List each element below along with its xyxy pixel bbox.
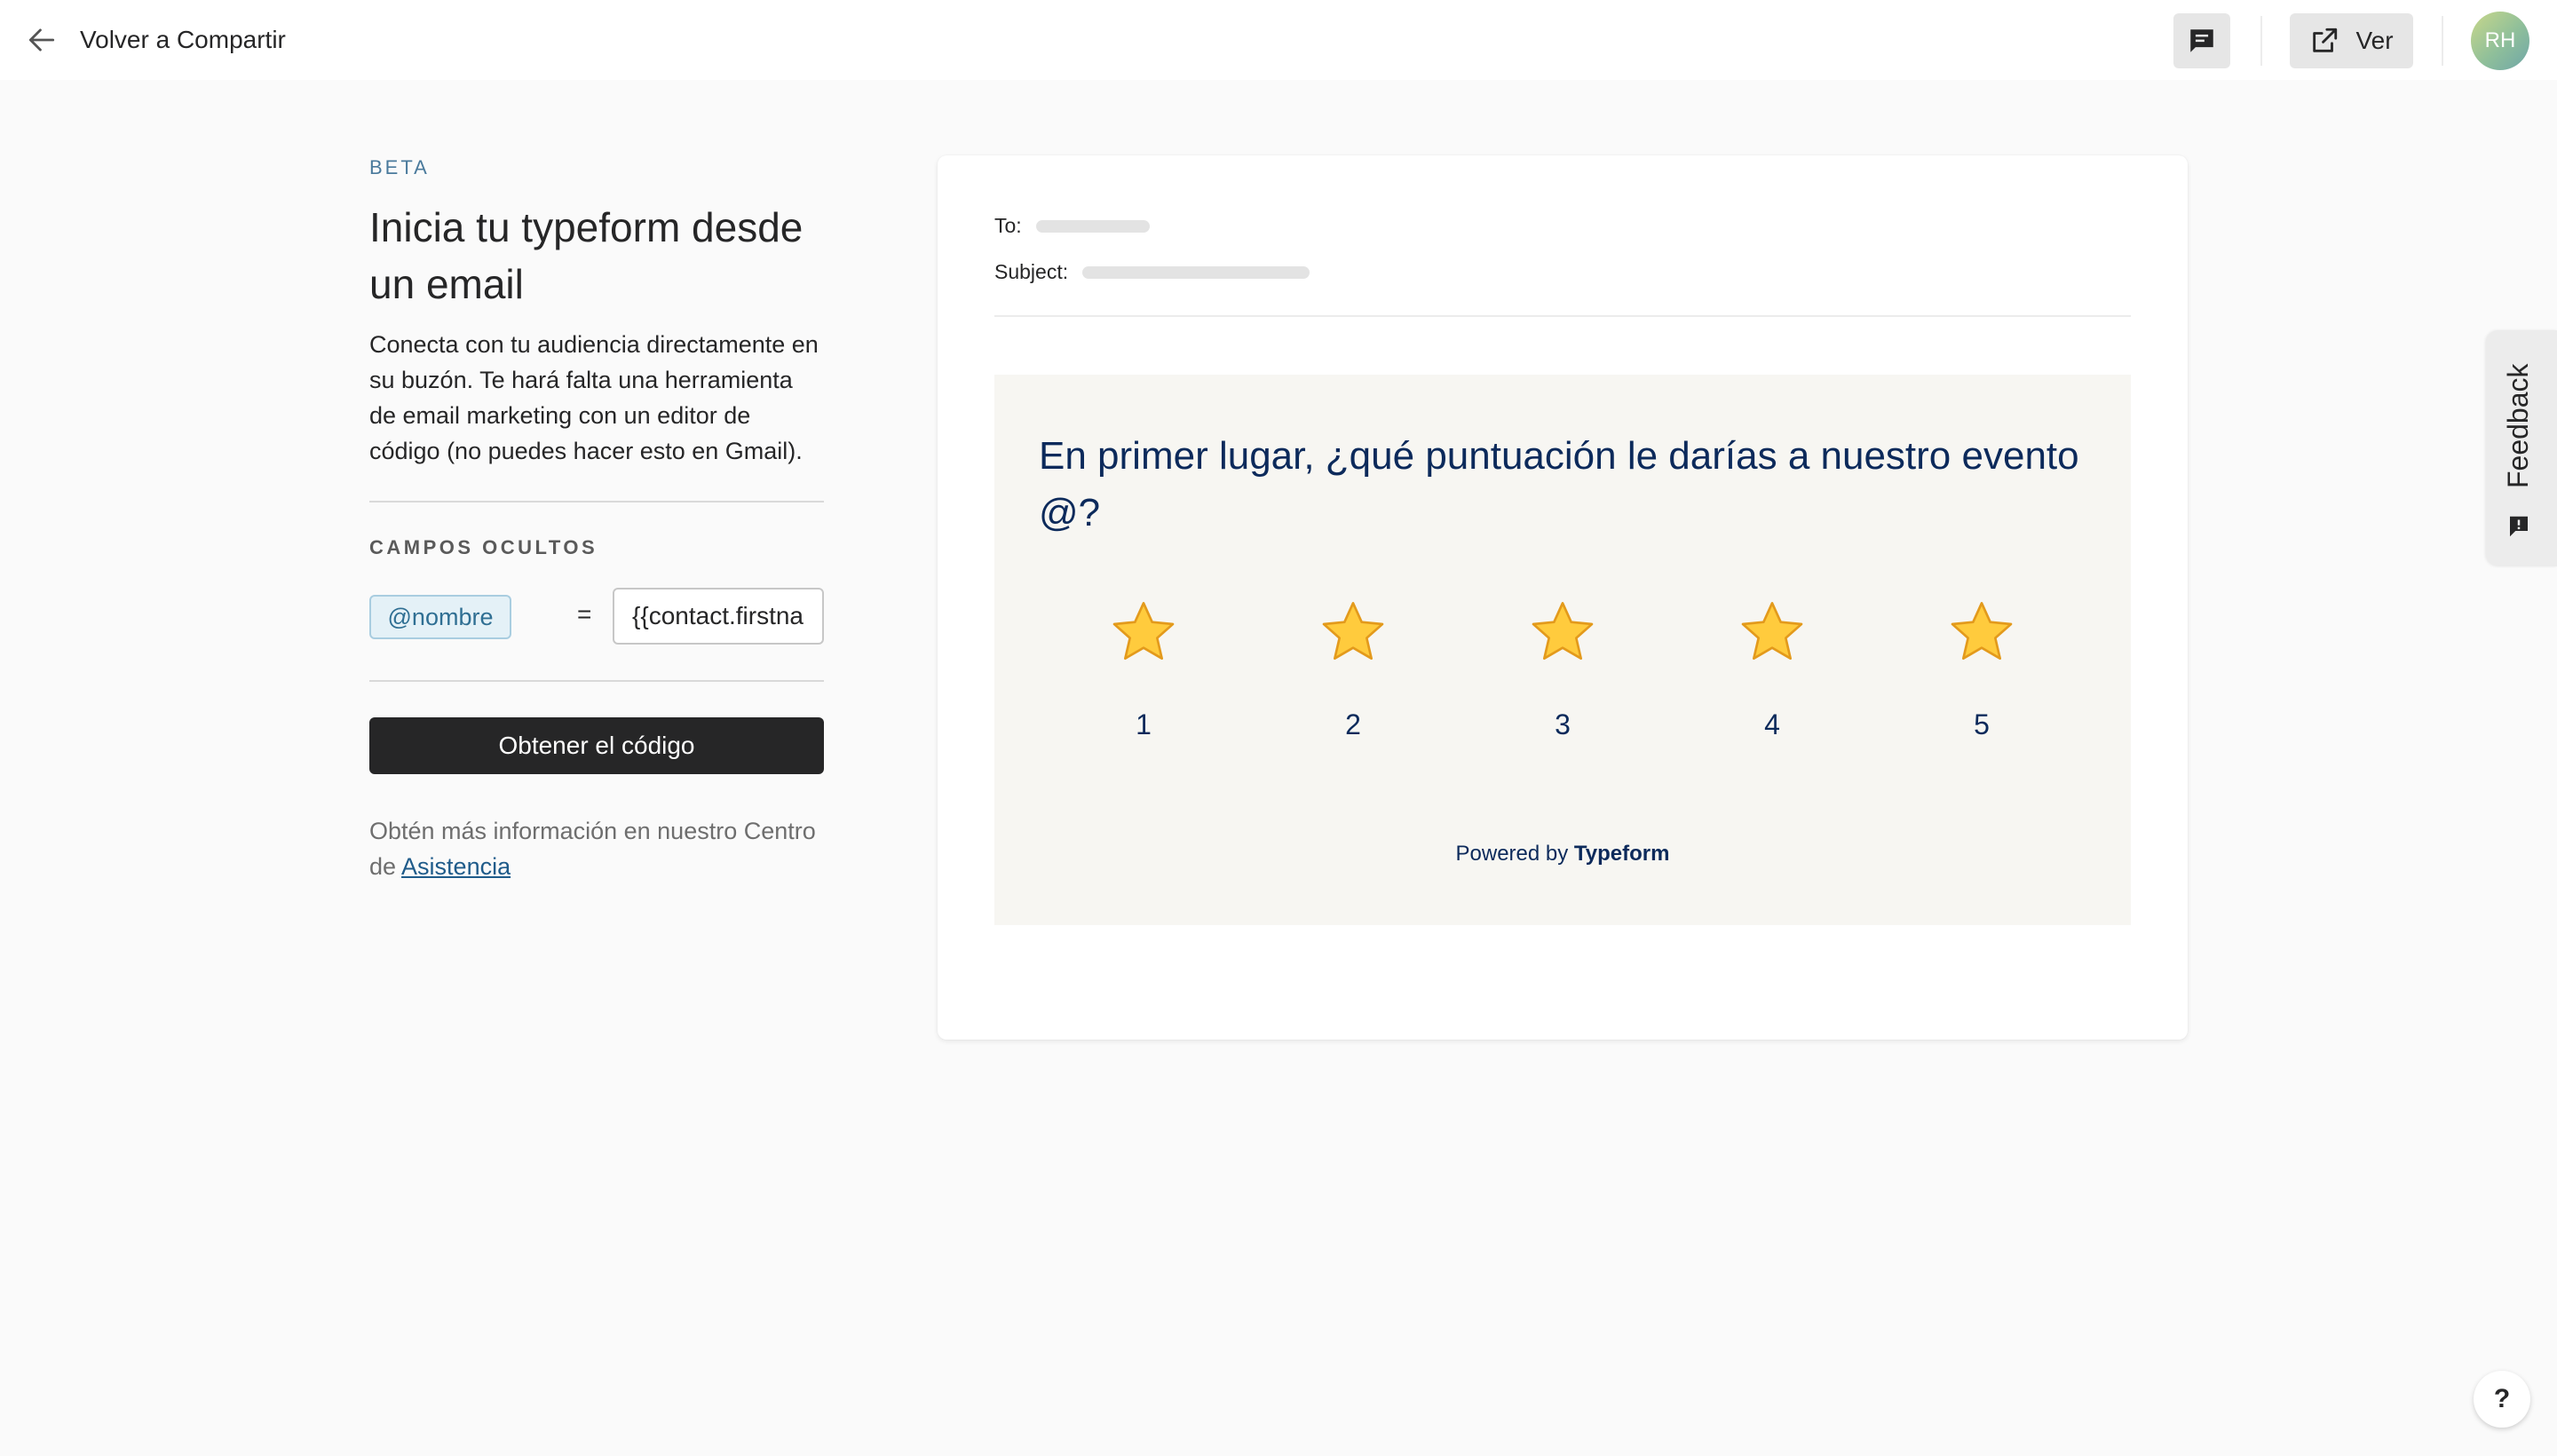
- star-icon: [1951, 602, 2013, 660]
- subject-label: Subject:: [994, 260, 1069, 283]
- rating-star-1[interactable]: [1108, 597, 1179, 668]
- help-center-link[interactable]: Asistencia: [401, 853, 511, 880]
- powered-brand: Typeform: [1573, 842, 1670, 866]
- rating-star-4[interactable]: [1737, 597, 1808, 668]
- help-text: Obtén más información en nuestro Centro …: [369, 813, 824, 884]
- arrow-left-icon: [28, 28, 55, 51]
- to-label: To:: [994, 214, 1022, 237]
- feedback-label: Feedback: [2502, 363, 2534, 489]
- toolbar-divider: [2260, 16, 2262, 66]
- to-placeholder-bar: [1035, 219, 1150, 233]
- rating-label-3: 3: [1555, 708, 1571, 740]
- rating-label-5: 5: [1974, 708, 1990, 740]
- divider: [369, 501, 824, 502]
- hidden-field-name: @nombre: [369, 595, 511, 639]
- form-preview: En primer lugar, ¿qué puntuación le darí…: [994, 375, 2131, 925]
- rating-star-5[interactable]: [1946, 597, 2017, 668]
- chat-icon: [2190, 29, 2213, 52]
- avatar[interactable]: RH: [2471, 12, 2529, 70]
- view-label: Ver: [2355, 27, 2394, 54]
- beta-badge: BETA: [369, 156, 430, 178]
- rating-star-3[interactable]: [1527, 597, 1598, 668]
- subject-placeholder-bar: [1082, 265, 1310, 279]
- question-text: En primer lugar, ¿qué puntuación le darí…: [1039, 434, 2079, 534]
- rating-label-4: 4: [1764, 708, 1780, 740]
- back-button[interactable]: Volver a Compartir: [25, 20, 286, 60]
- star-icon: [1112, 602, 1175, 660]
- toolbar-divider: [2442, 16, 2443, 66]
- powered-prefix: Powered by: [1455, 842, 1574, 866]
- page-description: Conecta con tu audiencia directamente en…: [369, 331, 819, 464]
- chat-button[interactable]: [2173, 13, 2230, 68]
- hidden-fields-title: CAMPOS OCULTOS: [369, 536, 598, 558]
- hidden-field-value-input[interactable]: [613, 588, 824, 645]
- star-icon: [1532, 602, 1594, 660]
- back-label: Volver a Compartir: [80, 26, 286, 53]
- rating-label-2: 2: [1345, 708, 1361, 740]
- divider: [994, 315, 2131, 317]
- rating-label-1: 1: [1136, 708, 1152, 740]
- powered-by: Powered by Typeform: [994, 842, 2131, 866]
- email-embed-panel: BETA Inicia tu typeform desde un email C…: [369, 156, 824, 884]
- top-bar: Volver a Compartir Ver RH: [0, 0, 2557, 80]
- to-field: To:: [994, 214, 1150, 238]
- star-icon: [1322, 602, 1384, 660]
- star-icon: [1741, 602, 1803, 660]
- external-link-icon: [2313, 28, 2338, 52]
- help-button[interactable]: ?: [2474, 1371, 2530, 1428]
- hidden-field-row: @nombre =: [369, 588, 824, 645]
- feedback-icon: [2510, 516, 2528, 537]
- subject-field: Subject:: [994, 260, 1310, 284]
- equals-sign: =: [577, 600, 592, 628]
- view-button[interactable]: Ver: [2290, 13, 2413, 68]
- divider: [369, 680, 824, 682]
- rating-star-2[interactable]: [1318, 597, 1389, 668]
- get-code-button[interactable]: Obtener el código: [369, 717, 824, 774]
- email-preview-card: To: Subject: En primer lugar, ¿qué puntu…: [938, 155, 2188, 1040]
- feedback-tab[interactable]: Feedback: [2486, 330, 2557, 566]
- page-title: Inicia tu typeform desde un email: [369, 204, 804, 307]
